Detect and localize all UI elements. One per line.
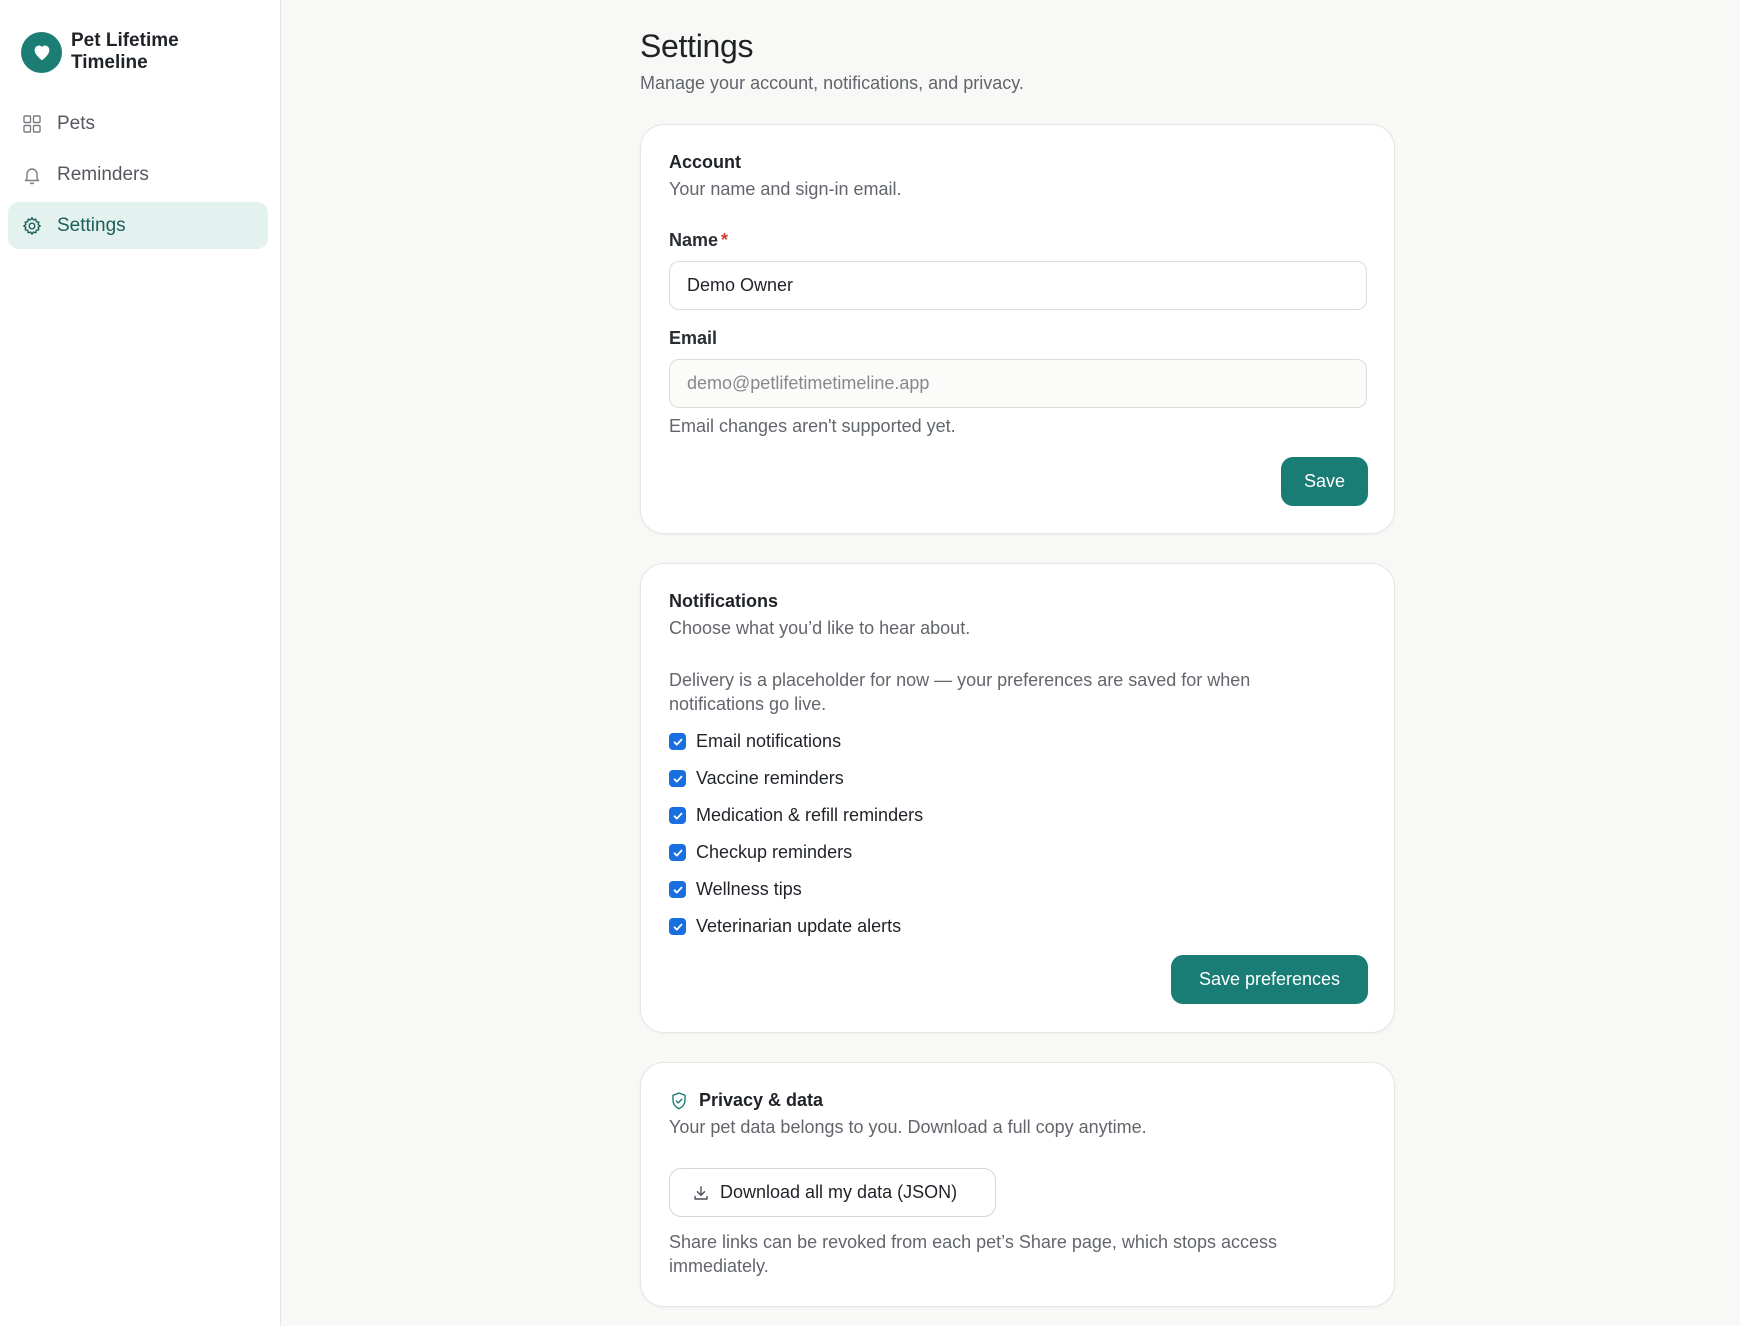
checkbox-checked-icon[interactable] [669,733,686,750]
download-icon [692,1184,710,1202]
notifications-description: Choose what you’d like to hear about. [669,618,971,638]
email-label: Email [669,328,718,348]
page-subtitle: Manage your account, notifications, and … [640,73,1024,93]
checkbox-checked-icon[interactable] [669,770,686,787]
share-links-note: Share links can be revoked from each pet… [669,1232,1278,1276]
email-input[interactable] [669,359,1367,408]
option-label: Wellness tips [696,879,802,899]
name-input[interactable] [669,261,1367,310]
account-save-button[interactable]: Save [1281,457,1368,506]
sidebar: Pet Lifetime Timeline Pets Reminders Set… [0,0,281,1326]
account-description: Your name and sign-in email. [669,179,902,199]
option-label: Veterinarian update alerts [696,916,902,936]
bell-icon [22,165,42,185]
sidebar-item-label: Reminders [57,163,149,185]
option-label: Email notifications [696,731,842,751]
heart-icon [21,31,62,73]
account-card: Account Your name and sign-in email. Nam… [640,124,1395,534]
option-label: Vaccine reminders [696,768,844,788]
option-vaccine-reminders[interactable]: Vaccine reminders [669,760,923,797]
download-data-button[interactable]: Download all my data (JSON) [669,1168,996,1217]
account-title: Account [669,152,741,172]
privacy-title: Privacy & data [699,1090,824,1110]
checkbox-checked-icon[interactable] [669,918,686,935]
sidebar-item-settings[interactable]: Settings [8,202,268,249]
save-preferences-button[interactable]: Save preferences [1171,955,1368,1004]
notifications-card: Notifications Choose what you’d like to … [640,563,1395,1033]
option-wellness-tips[interactable]: Wellness tips [669,871,923,908]
app-name-line2: Timeline [71,52,148,73]
sidebar-item-label: Settings [57,214,126,236]
email-hint: Email changes aren't supported yet. [669,416,956,436]
privacy-title-row: Privacy & data [669,1090,1147,1111]
sidebar-item-reminders[interactable]: Reminders [8,151,268,198]
required-mark: * [721,230,729,250]
page-title: Settings [640,28,754,64]
option-checkup-reminders[interactable]: Checkup reminders [669,834,923,871]
shield-icon [669,1091,689,1111]
option-email-notifications[interactable]: Email notifications [669,723,923,760]
option-vet-update-alerts[interactable]: Veterinarian update alerts [669,908,923,945]
checkbox-checked-icon[interactable] [669,844,686,861]
privacy-card: Privacy & data Your pet data belongs to … [640,1062,1395,1307]
checkbox-checked-icon[interactable] [669,807,686,824]
notifications-title: Notifications [669,591,779,611]
sidebar-item-label: Pets [57,112,96,134]
gear-icon [22,216,42,236]
download-label: Download all my data (JSON) [720,1182,958,1202]
app-name: Pet Lifetime Timeline [71,30,191,74]
name-label: Name * [669,230,728,250]
sidebar-nav: Pets Reminders Settings [8,100,268,253]
grid-icon [22,114,42,134]
option-label: Medication & refill reminders [696,805,924,825]
app-name-line1: Pet Lifetime [71,30,179,51]
privacy-description: Your pet data belongs to you. Download a… [669,1117,1147,1137]
option-medication-reminders[interactable]: Medication & refill reminders [669,797,923,834]
checkbox-checked-icon[interactable] [669,881,686,898]
name-label-text: Name [669,230,719,250]
option-label: Checkup reminders [696,842,853,862]
brand[interactable]: Pet Lifetime Timeline [21,30,191,74]
sidebar-item-pets[interactable]: Pets [8,100,268,147]
notification-options: Email notifications Vaccine reminders Me… [669,723,923,945]
notifications-note: Delivery is a placeholder for now — your… [669,670,1251,714]
